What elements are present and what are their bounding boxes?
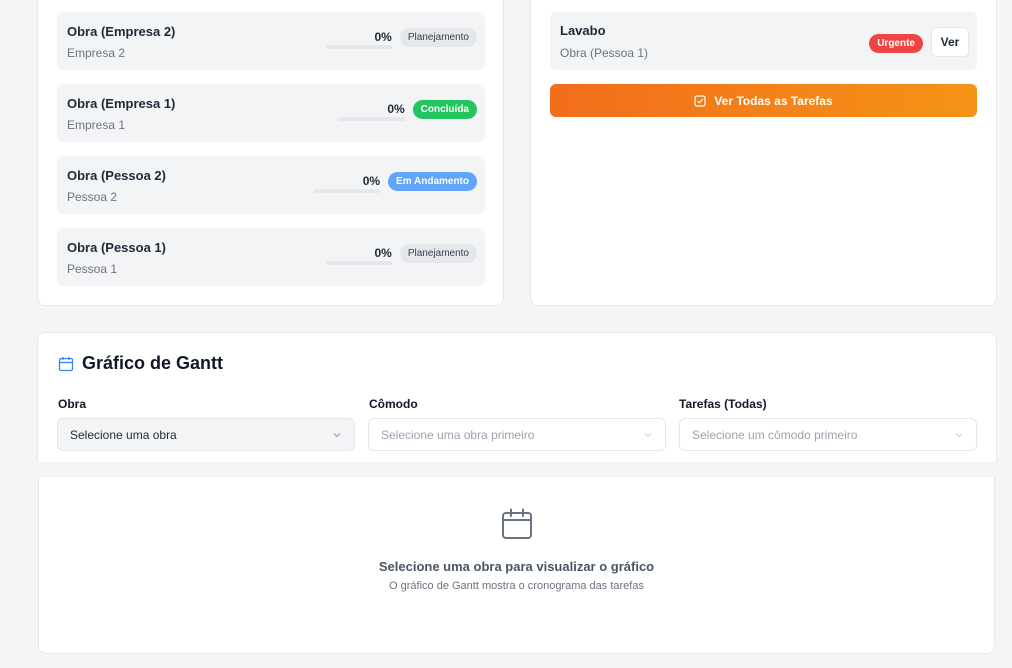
gantt-title: Gráfico de Gantt — [58, 353, 223, 374]
obra-client: Empresa 2 — [67, 46, 126, 60]
gantt-title-text: Gráfico de Gantt — [82, 353, 224, 373]
comodo-select[interactable]: Selecione uma obra primeiro — [368, 418, 666, 451]
gantt-empty-state: Selecione uma obra para visualizar o grá… — [39, 507, 994, 592]
obra-select-value: Selecione uma obra — [70, 427, 177, 442]
obra-client: Pessoa 1 — [67, 262, 118, 276]
status-badge: Planejamento — [399, 243, 477, 263]
obra-name: Obra (Empresa 2) — [67, 24, 176, 39]
task-obra: Obra (Pessoa 1) — [560, 46, 649, 60]
obra-progress: 0% Planejamento — [325, 240, 477, 266]
empty-state-description: O gráfico de Gantt mostra o cronograma d… — [389, 580, 644, 592]
obras-card: Obra (Empresa 2) Empresa 2 0% Planejamen… — [37, 0, 504, 306]
progress-percent: 0% — [387, 102, 405, 116]
obra-name: Obra (Pessoa 1) — [67, 240, 166, 255]
status-badge: Em Andamento — [388, 171, 477, 191]
obra-item[interactable]: Obra (Empresa 1) Empresa 1 0% Concluída — [57, 84, 485, 142]
tarefas-label: Tarefas (Todas) — [679, 397, 767, 411]
obra-item[interactable]: Obra (Pessoa 2) Pessoa 2 0% Em Andamento — [57, 156, 485, 214]
empty-state-title: Selecione uma obra para visualizar o grá… — [378, 559, 655, 574]
obra-client: Pessoa 2 — [67, 190, 118, 204]
task-name: Lavabo — [560, 23, 606, 38]
obra-progress: 0% Em Andamento — [314, 168, 477, 194]
tarefas-card: Lavabo Obra (Pessoa 1) Urgente Ver Ver T… — [530, 0, 997, 306]
progress-percent: 0% — [374, 30, 392, 44]
progress-bar — [314, 189, 381, 193]
tarefas-select[interactable]: Selecione um cômodo primeiro — [679, 418, 977, 451]
chevron-down-icon — [644, 432, 652, 437]
progress-bar — [338, 117, 405, 121]
obra-item[interactable]: Obra (Pessoa 1) Pessoa 1 0% Planejamento — [57, 228, 485, 286]
obra-select[interactable]: Selecione uma obra — [57, 418, 355, 451]
obra-progress: 0% Concluída — [338, 96, 477, 122]
task-item: Lavabo Obra (Pessoa 1) Urgente Ver — [550, 12, 977, 70]
view-all-tasks-label: Ver Todas as Tarefas — [714, 93, 833, 108]
gantt-chart-area: Selecione uma obra para visualizar o grá… — [38, 477, 995, 654]
comodo-select-value: Selecione uma obra primeiro — [381, 427, 535, 442]
obra-progress: 0% Planejamento — [325, 24, 477, 50]
obra-name: Obra (Pessoa 2) — [67, 168, 166, 183]
obra-client: Empresa 1 — [67, 118, 126, 132]
calendar-icon — [58, 356, 74, 371]
calendar-icon — [501, 508, 532, 539]
progress-percent: 0% — [374, 246, 392, 260]
checkbox-icon — [694, 94, 706, 107]
gantt-filters: Gráfico de Gantt Obra Selecione uma obra… — [37, 332, 997, 462]
urgent-badge: Urgente — [869, 34, 923, 53]
tarefas-select-value: Selecione um cômodo primeiro — [692, 427, 858, 442]
chevron-down-icon — [333, 432, 341, 437]
view-task-button[interactable]: Ver — [931, 27, 969, 57]
view-all-tasks-button[interactable]: Ver Todas as Tarefas — [550, 84, 977, 117]
progress-percent: 0% — [362, 174, 381, 188]
comodo-label: Cômodo — [369, 397, 418, 411]
progress-bar — [325, 45, 392, 49]
obra-name: Obra (Empresa 1) — [67, 96, 176, 111]
progress-bar — [325, 261, 392, 265]
chevron-down-icon — [955, 432, 963, 437]
obra-label: Obra — [58, 397, 87, 411]
status-badge: Planejamento — [399, 27, 477, 47]
status-badge: Concluída — [412, 99, 477, 119]
obra-item[interactable]: Obra (Empresa 2) Empresa 2 0% Planejamen… — [57, 12, 485, 70]
